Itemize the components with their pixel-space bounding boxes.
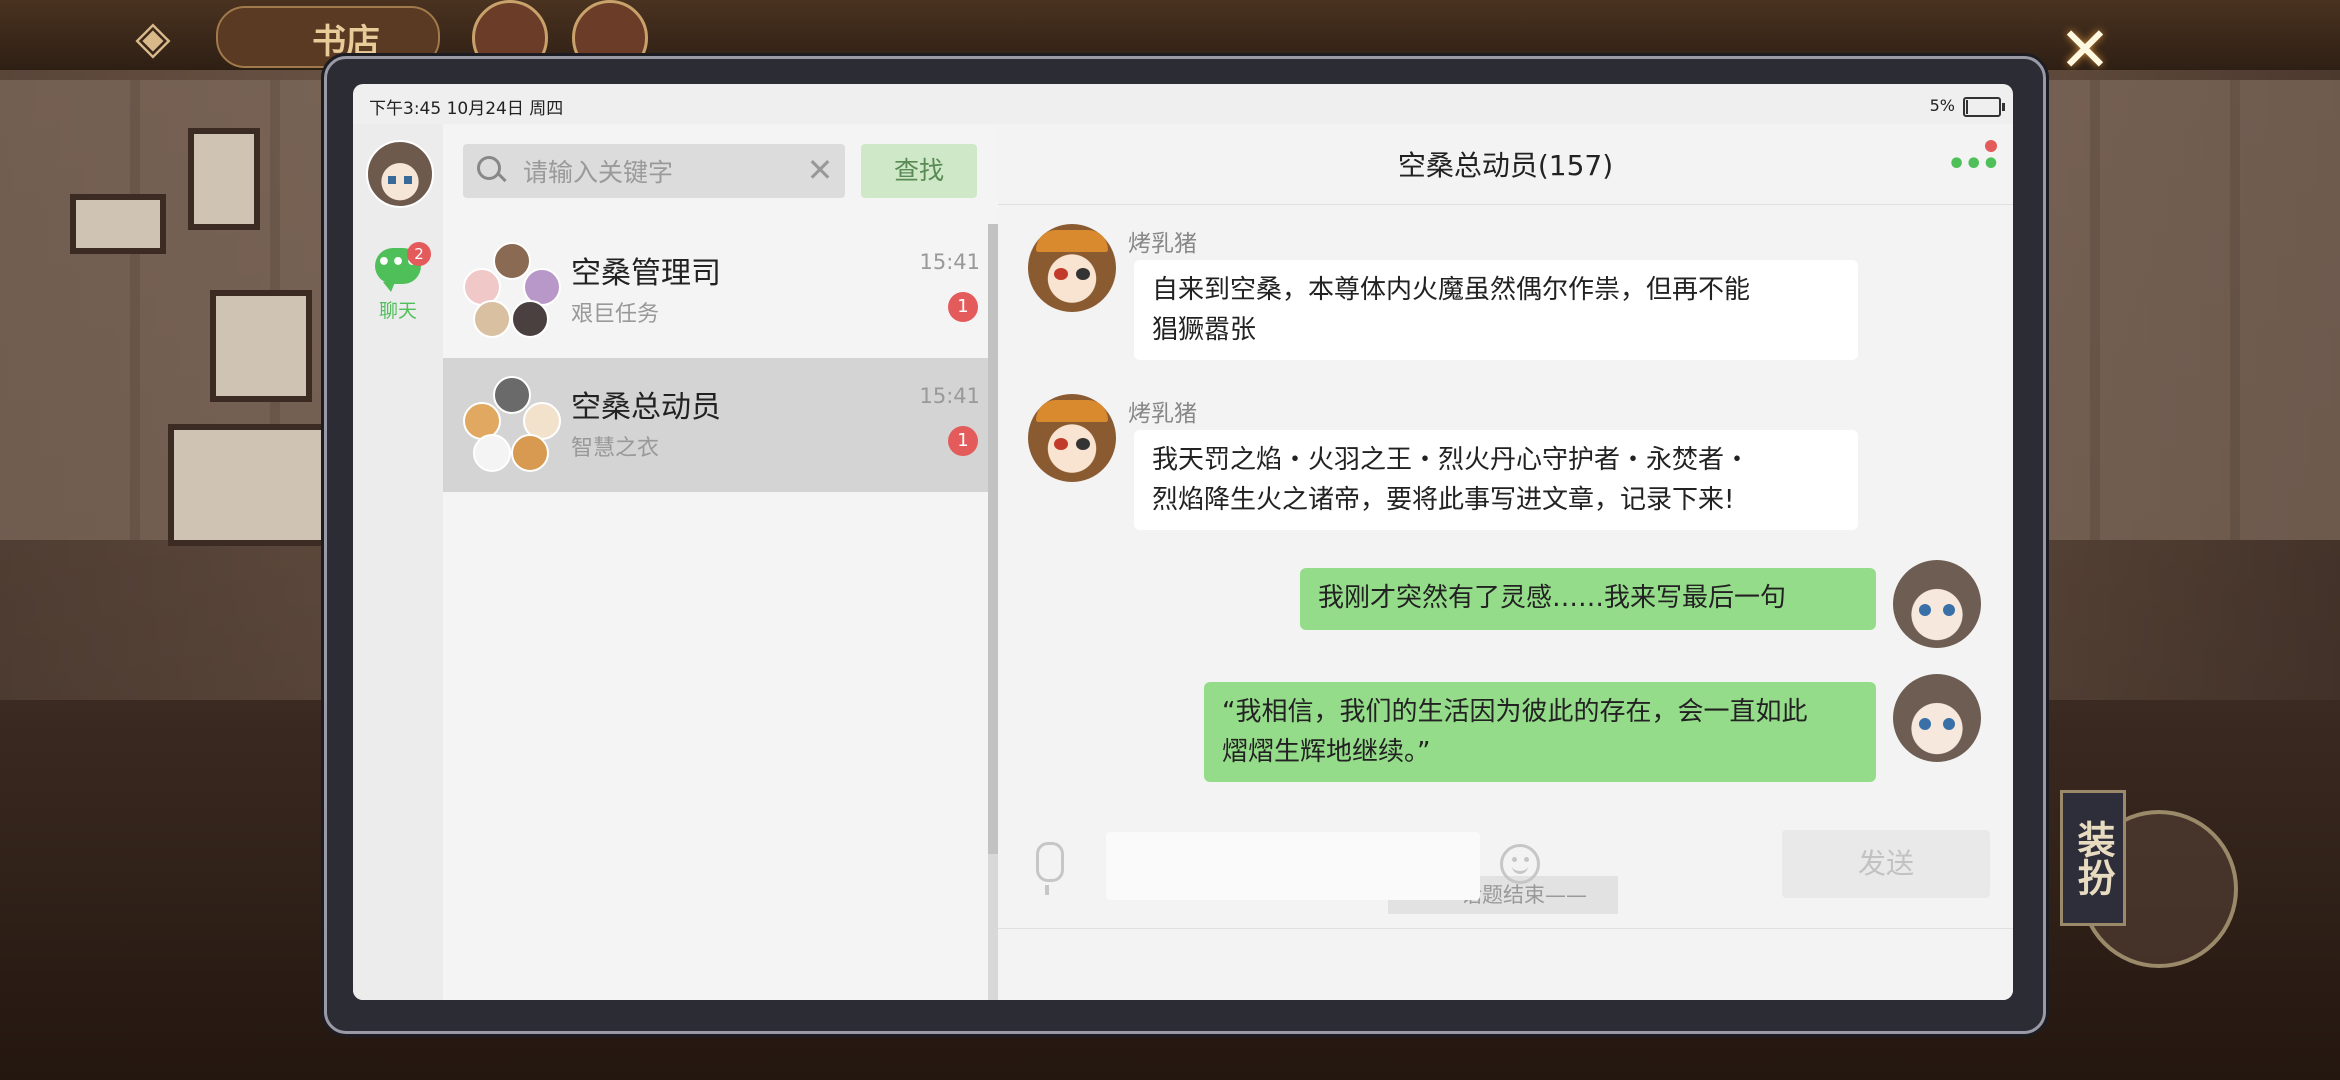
message-line: 我天罚之焰・火羽之王・烈火丹心守护者・永焚者・	[1152, 445, 1751, 475]
conversation-name: 空桑总动员	[571, 390, 721, 425]
member-avatar	[493, 376, 531, 414]
wall-picture	[210, 290, 312, 402]
status-time: 下午3:45 10月24日 周四	[369, 99, 564, 119]
back-arrow-icon[interactable]: ◈	[118, 10, 188, 64]
wall-picture	[188, 128, 260, 230]
nav-chat-label: 聊天	[378, 300, 417, 322]
member-avatar	[493, 242, 531, 280]
message-line: 我刚才突然有了灵感……我来写最后一句	[1318, 583, 1787, 613]
message-sender: 烤乳猪	[1128, 231, 1197, 257]
status-bar: 下午3:45 10月24日 周四 5%	[353, 84, 2013, 124]
close-icon[interactable]: ✕	[2050, 18, 2120, 82]
conversation-subtitle: 智慧之衣	[571, 436, 660, 461]
input-bar: 发送	[998, 830, 2013, 1000]
message-line: 熠熠生辉地继续。”	[1222, 737, 1431, 767]
avatar[interactable]	[1893, 674, 1981, 762]
search-bar: ✕ 查找	[443, 124, 998, 224]
message-line: “我相信，我们的生活因为彼此的存在，会一直如此	[1222, 697, 1808, 727]
message-bubble[interactable]: 我天罚之焰・火羽之王・烈火丹心守护者・永焚者・ 烈焰降生火之诸帝，要将此事写进文…	[1134, 430, 1858, 530]
conversation-subtitle: 艰巨任务	[571, 302, 660, 327]
emoji-icon[interactable]	[1500, 844, 1540, 884]
unread-badge: 1	[948, 426, 978, 456]
nav-chat[interactable]: ••• 2 聊天	[367, 242, 431, 322]
message-line: 自来到空桑，本尊体内火魔虽然偶尔作祟，但再不能	[1152, 275, 1751, 305]
avatar[interactable]	[366, 140, 434, 208]
clear-icon[interactable]: ✕	[803, 152, 837, 188]
unread-badge: 1	[948, 292, 978, 322]
avatar[interactable]	[1028, 224, 1116, 312]
microphone-icon[interactable]	[1036, 842, 1064, 895]
send-button[interactable]: 发送	[1782, 830, 1990, 898]
nav-chat-badge: 2	[407, 242, 431, 266]
message-line: 烈焰降生火之诸帝，要将此事写进文章，记录下来!	[1152, 485, 1735, 515]
wall-picture	[70, 194, 166, 254]
group-avatar	[463, 376, 561, 472]
member-avatar	[511, 300, 549, 338]
search-box[interactable]: ✕	[463, 144, 845, 198]
avatar[interactable]	[1028, 394, 1116, 482]
battery-fill	[1966, 100, 1968, 114]
search-icon	[477, 156, 501, 180]
conversation-list: ✕ 查找 空桑管理司 艰巨任务 15:41 1	[443, 124, 998, 1000]
member-avatar	[511, 434, 549, 472]
chat-title: 空桑总动员(157)	[1397, 149, 1614, 182]
chat-header: 空桑总动员(157) •••	[998, 124, 2013, 205]
battery-level: 5%	[1929, 96, 1955, 115]
search-button[interactable]: 查找	[861, 144, 977, 198]
scrollbar-thumb[interactable]	[988, 224, 998, 854]
message-bubble[interactable]: 自来到空桑，本尊体内火魔虽然偶尔作祟，但再不能 猖獗嚣张	[1134, 260, 1858, 360]
member-avatar	[473, 434, 511, 472]
conversation-time: 15:41	[919, 384, 980, 408]
list-scrollbar[interactable]	[988, 224, 998, 1000]
more-icon[interactable]: •••	[1947, 148, 2001, 182]
member-avatar	[473, 300, 511, 338]
message-bubble[interactable]: 我刚才突然有了灵感……我来写最后一句	[1300, 568, 1876, 630]
message-bubble[interactable]: “我相信，我们的生活因为彼此的存在，会一直如此 熠熠生辉地继续。”	[1204, 682, 1876, 782]
message-sender: 烤乳猪	[1128, 401, 1197, 427]
conversation-name: 空桑管理司	[571, 256, 721, 291]
notification-dot	[1985, 140, 1997, 152]
dress-button[interactable]: 装扮	[2060, 790, 2126, 926]
search-input[interactable]	[521, 154, 795, 190]
message-line: 猖獗嚣张	[1152, 315, 1257, 345]
conversation-time: 15:41	[919, 250, 980, 274]
conversation-item[interactable]: 空桑管理司 艰巨任务 15:41 1	[443, 224, 998, 358]
nav-rail: ••• 2 聊天	[353, 124, 443, 1000]
avatar[interactable]	[1893, 560, 1981, 648]
avatar-eyes	[388, 176, 412, 184]
message-input[interactable]	[1106, 832, 1480, 900]
group-avatar	[463, 242, 561, 338]
conversation-item[interactable]: 空桑总动员 智慧之衣 15:41 1	[443, 358, 998, 492]
battery-icon	[1963, 97, 2005, 117]
